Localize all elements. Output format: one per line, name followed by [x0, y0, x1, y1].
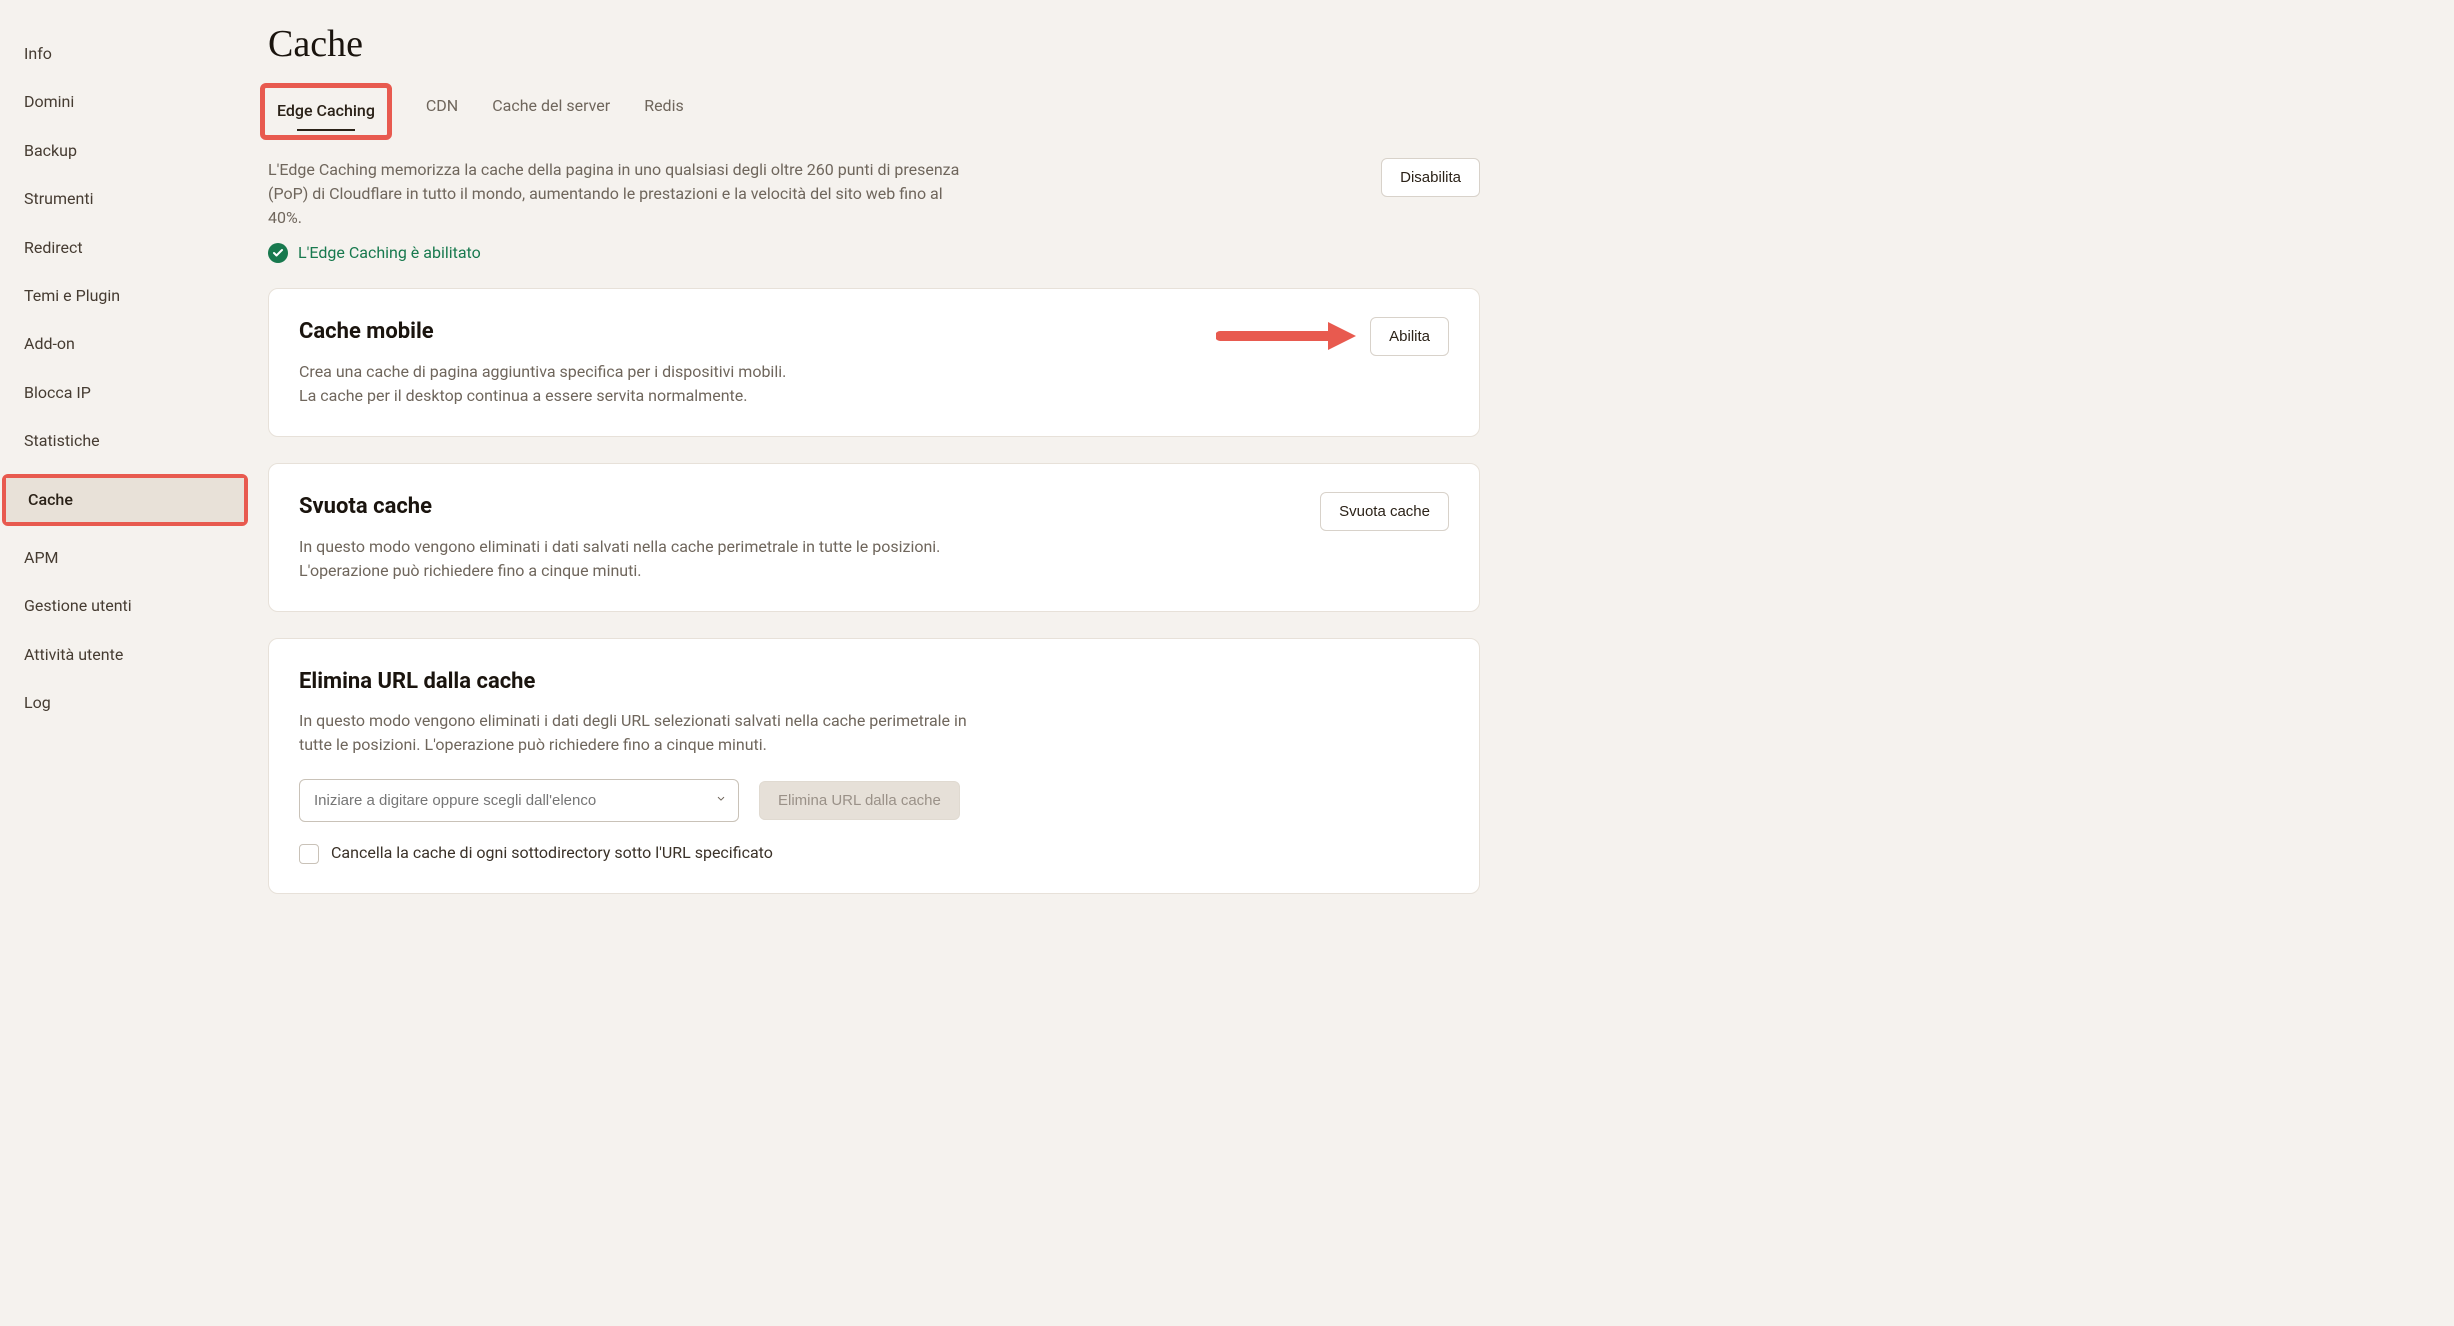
subdirectory-checkbox[interactable] — [299, 844, 319, 864]
svuota-cache-title: Svuota cache — [299, 492, 999, 523]
annotation-highlight-sidebar-cache: Cache — [2, 474, 248, 526]
subdirectory-checkbox-label: Cancella la cache di ogni sottodirectory… — [331, 842, 773, 864]
svuota-cache-description: In questo modo vengono eliminati i dati … — [299, 535, 999, 583]
check-circle-icon — [268, 243, 288, 263]
tab-redis[interactable]: Redis — [644, 89, 684, 123]
svuota-cache-button[interactable]: Svuota cache — [1320, 492, 1449, 531]
tab-edge-caching[interactable]: Edge Caching — [277, 94, 375, 128]
page-title: Cache — [268, 18, 1480, 71]
card-elimina-url: Elimina URL dalla cache In questo modo v… — [268, 638, 1480, 894]
edge-caching-status: L'Edge Caching è abilitato — [268, 242, 1480, 264]
elimina-url-description: In questo modo vengono eliminati i dati … — [299, 709, 999, 757]
annotation-highlight-tab-edge-caching: Edge Caching — [260, 83, 392, 139]
sidebar-item-blocca-ip[interactable]: Blocca IP — [0, 369, 250, 417]
sidebar-item-temi-plugin[interactable]: Temi e Plugin — [0, 272, 250, 320]
edge-caching-description: L'Edge Caching memorizza la cache della … — [268, 158, 968, 230]
cache-mobile-description: Crea una cache di pagina aggiuntiva spec… — [299, 360, 786, 408]
disable-edge-caching-button[interactable]: Disabilita — [1381, 158, 1480, 197]
annotation-arrow-icon — [1216, 318, 1356, 354]
sidebar-item-statistiche[interactable]: Statistiche — [0, 417, 250, 465]
main-content: Cache Edge Caching CDN Cache del server … — [250, 0, 1500, 1326]
sidebar-item-domini[interactable]: Domini — [0, 78, 250, 126]
sidebar-item-cache[interactable]: Cache — [6, 478, 244, 522]
sidebar-item-attivita-utente[interactable]: Attività utente — [0, 631, 250, 679]
elimina-url-button[interactable]: Elimina URL dalla cache — [759, 781, 960, 820]
sidebar-item-info[interactable]: Info — [0, 30, 250, 78]
sidebar-item-backup[interactable]: Backup — [0, 127, 250, 175]
enable-cache-mobile-button[interactable]: Abilita — [1370, 317, 1449, 356]
tabs: Edge Caching CDN Cache del server Redis — [268, 89, 1480, 139]
card-svuota-cache: Svuota cache In questo modo vengono elim… — [268, 463, 1480, 612]
tab-cache-server[interactable]: Cache del server — [492, 89, 610, 123]
url-select[interactable] — [299, 779, 739, 822]
sidebar-item-addon[interactable]: Add-on — [0, 320, 250, 368]
sidebar-item-apm[interactable]: APM — [0, 534, 250, 582]
tab-cdn[interactable]: CDN — [426, 89, 458, 123]
cache-mobile-title: Cache mobile — [299, 317, 786, 348]
elimina-url-title: Elimina URL dalla cache — [299, 667, 1449, 698]
url-select-input[interactable] — [299, 779, 739, 822]
sidebar-item-redirect[interactable]: Redirect — [0, 224, 250, 272]
sidebar-item-log[interactable]: Log — [0, 679, 250, 727]
sidebar-item-strumenti[interactable]: Strumenti — [0, 175, 250, 223]
sidebar: Info Domini Backup Strumenti Redirect Te… — [0, 0, 250, 1326]
sidebar-item-gestione-utenti[interactable]: Gestione utenti — [0, 582, 250, 630]
card-cache-mobile: Cache mobile Crea una cache di pagina ag… — [268, 288, 1480, 437]
edge-caching-status-text: L'Edge Caching è abilitato — [298, 242, 481, 264]
